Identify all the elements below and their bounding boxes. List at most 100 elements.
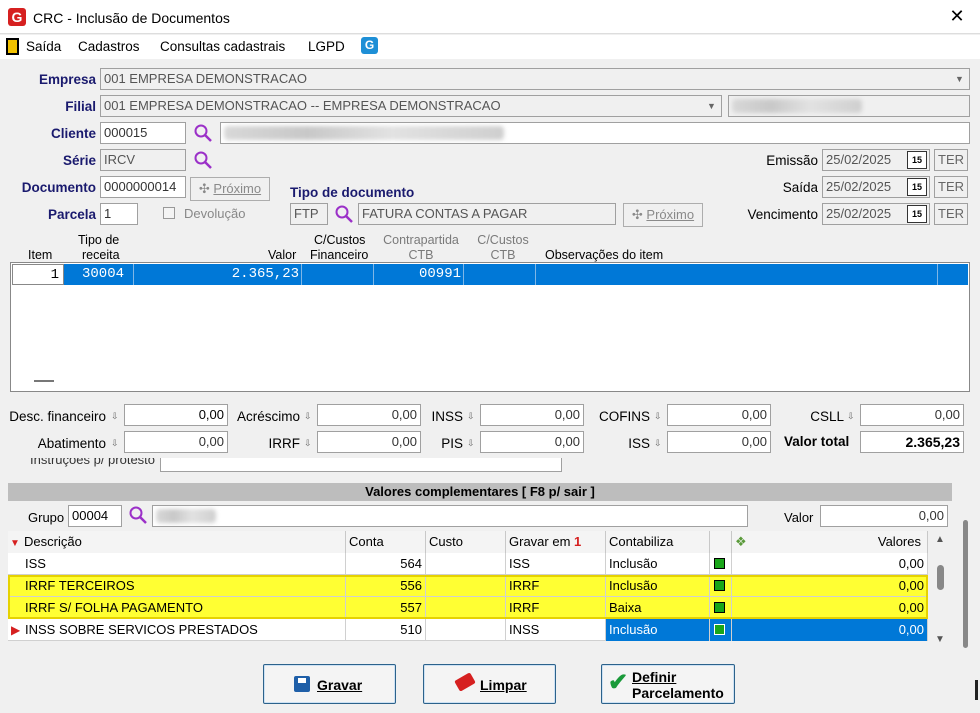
empresa-select[interactable]: 001 EMPRESA DEMONSTRACAO xyxy=(100,68,970,90)
chevron-down-icon[interactable]: ▼ xyxy=(955,74,964,84)
filial-extra-field xyxy=(728,95,970,117)
saida-label: Saída xyxy=(782,180,818,195)
gravar-button[interactable]: Gravar xyxy=(263,664,396,704)
search-icon[interactable] xyxy=(128,505,148,525)
table-row[interactable]: IRRF TERCEIROS 556 IRRF Inclusão 0,00 xyxy=(8,575,928,597)
items-grid-row[interactable]: 1 30004 2.365,23 00991 xyxy=(12,264,968,285)
row-conta: 564 xyxy=(346,553,426,575)
row-custo xyxy=(426,575,506,597)
table-row[interactable]: IRRF S/ FOLHA PAGAMENTO 557 IRRF Baixa 0… xyxy=(8,597,928,619)
th-gravar[interactable]: Gravar em 1 xyxy=(506,531,606,553)
col-cc-line1: C/Custos xyxy=(314,233,366,247)
plus-icon: ✣ xyxy=(198,181,214,196)
filial-select[interactable]: 001 EMPRESA DEMONSTRACAO -- EMPRESA DEMO… xyxy=(100,95,722,117)
inss-label: INSS xyxy=(431,409,463,424)
green-check-icon xyxy=(714,624,725,635)
green-check-icon xyxy=(714,558,725,569)
col-cctb-line1: C/Custos xyxy=(477,233,529,247)
row-descricao: IRRF S/ FOLHA PAGAMENTO xyxy=(8,597,346,619)
close-icon[interactable]: ✕ xyxy=(945,6,969,27)
down-arrow-icon: ⇩ xyxy=(304,411,312,421)
row-descricao: ISS xyxy=(8,553,346,575)
menu-cadastros[interactable]: Cadastros xyxy=(78,39,140,54)
scroll-thumb[interactable] xyxy=(937,565,944,590)
valor-input[interactable]: 0,00 xyxy=(820,505,948,527)
th-conta[interactable]: Conta xyxy=(346,531,426,553)
save-icon xyxy=(294,676,310,692)
parcela-input[interactable]: 1 xyxy=(100,203,138,225)
proximo-button[interactable]: ✣ Próximo xyxy=(190,177,270,201)
parcelamento-label: Parcelamento xyxy=(632,685,724,701)
search-icon[interactable] xyxy=(334,204,354,224)
chevron-down-icon[interactable]: ▼ xyxy=(707,101,716,111)
cofins-label: COFINS xyxy=(598,409,650,424)
devolucao-checkbox[interactable] xyxy=(163,207,175,219)
scrollbar[interactable] xyxy=(930,531,950,649)
th-descricao-label: Descrição xyxy=(24,534,82,549)
serie-input[interactable]: IRCV xyxy=(100,149,186,171)
th-custo[interactable]: Custo xyxy=(426,531,506,553)
acrescimo-input[interactable]: 0,00 xyxy=(317,404,421,426)
tipo-doc-code-input[interactable]: FTP xyxy=(290,203,328,225)
down-arrow-icon: ⇩ xyxy=(847,411,855,421)
vencimento-label: Vencimento xyxy=(747,207,818,222)
limpar-button[interactable]: Limpar xyxy=(423,664,556,704)
app-logo-icon: G xyxy=(8,8,26,26)
search-icon[interactable] xyxy=(193,123,213,143)
protesto-label: Instruções p/ protesto xyxy=(30,458,156,467)
irrf-label: IRRF xyxy=(268,436,301,451)
row-conta: 557 xyxy=(346,597,426,619)
serie-label: Série xyxy=(62,153,96,168)
down-arrow-icon: ⇩ xyxy=(111,438,119,448)
window-title: CRC - Inclusão de Documentos xyxy=(33,10,230,26)
iss-input[interactable]: 0,00 xyxy=(667,431,771,453)
pis-input[interactable]: 0,00 xyxy=(480,431,584,453)
calendar-icon[interactable]: 15 xyxy=(907,205,927,223)
col-tipo-line2: receita xyxy=(82,248,120,262)
exit-icon[interactable] xyxy=(6,38,19,55)
th-flag[interactable] xyxy=(710,531,732,553)
scroll-up-icon[interactable]: ▲ xyxy=(935,534,945,545)
sort-indicator-icon: ▼ xyxy=(10,538,20,549)
desc-fin-input[interactable]: 0,00 xyxy=(124,404,228,426)
menu-consultas[interactable]: Consultas cadastrais xyxy=(160,39,285,54)
table-row-selected[interactable]: INSS SOBRE SERVICOS PRESTADOS 510 INSS I… xyxy=(8,619,928,641)
row-flag[interactable] xyxy=(710,575,732,597)
protesto-select[interactable] xyxy=(160,458,562,472)
definir-parcelamento-button[interactable]: ✔ Definir Parcelamento xyxy=(601,664,735,704)
table-row[interactable]: ISS 564 ISS Inclusão 0,00 xyxy=(8,553,928,575)
abatimento-input[interactable]: 0,00 xyxy=(124,431,228,453)
down-arrow-icon: ⇩ xyxy=(304,438,312,448)
row-indicator xyxy=(34,380,54,382)
cliente-code-input[interactable]: 000015 xyxy=(100,122,186,144)
outer-scroll-thumb[interactable] xyxy=(963,520,968,648)
th-valores-label: Valores xyxy=(877,534,921,549)
csll-input[interactable]: 0,00 xyxy=(860,404,964,426)
th-valores[interactable]: ❖ Valores xyxy=(732,531,928,553)
th-contabiliza[interactable]: Contabiliza xyxy=(606,531,710,553)
down-arrow-icon: ⇩ xyxy=(654,411,662,421)
row-flag[interactable] xyxy=(710,619,732,641)
grupo-input[interactable]: 00004 xyxy=(68,505,122,527)
row-flag[interactable] xyxy=(710,597,732,619)
item-contrapartida: 00991 xyxy=(374,264,464,285)
th-descricao[interactable]: Descrição xyxy=(8,531,346,553)
tipo-proximo-button[interactable]: ✣ Próximo xyxy=(623,203,703,227)
calendar-icon[interactable]: 15 xyxy=(907,178,927,196)
g-help-icon[interactable]: G xyxy=(361,37,378,54)
empresa-label: Empresa xyxy=(38,72,96,87)
scroll-down-icon[interactable]: ▼ xyxy=(935,634,945,645)
menu-lgpd[interactable]: LGPD xyxy=(308,39,345,54)
documento-input[interactable]: 0000000014 xyxy=(100,176,186,198)
inss-input[interactable]: 0,00 xyxy=(480,404,584,426)
resize-grip[interactable] xyxy=(975,680,978,700)
calendar-icon[interactable]: 15 xyxy=(907,151,927,169)
menu-saida[interactable]: Saída xyxy=(26,39,61,54)
th-gravar-label: Gravar em xyxy=(509,534,571,549)
irrf-input[interactable]: 0,00 xyxy=(317,431,421,453)
cofins-input[interactable]: 0,00 xyxy=(667,404,771,426)
item-cc-ctb xyxy=(464,264,536,285)
search-icon[interactable] xyxy=(193,150,213,170)
documento-label: Documento xyxy=(21,180,96,195)
row-flag[interactable] xyxy=(710,553,732,575)
